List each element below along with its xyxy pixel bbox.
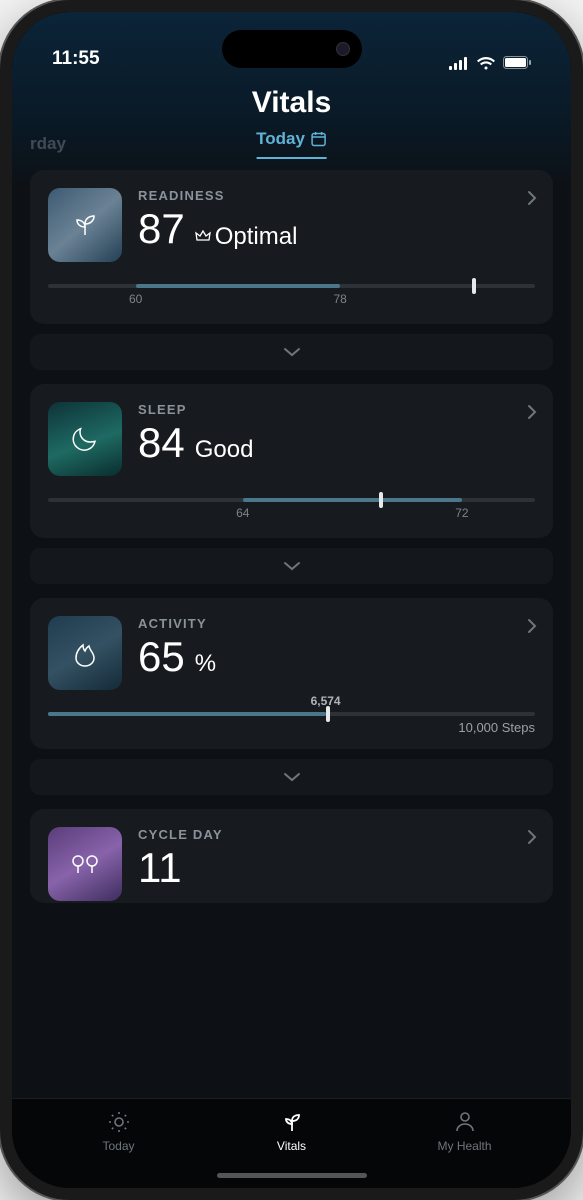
nav-today[interactable]: Today [32, 1109, 205, 1153]
sleep-arrow[interactable] [527, 404, 537, 420]
chevron-right-icon [527, 190, 537, 206]
cycle-card[interactable]: CYCLE DAY 11 [30, 809, 553, 903]
nav-vitals[interactable]: Vitals [205, 1109, 378, 1153]
sleep-range-labels: 64 72 [48, 506, 535, 524]
cellular-icon [449, 57, 469, 70]
sun-icon [106, 1109, 132, 1135]
sprout-icon [69, 209, 101, 241]
day-tab-previous[interactable]: rday [30, 134, 66, 154]
home-indicator[interactable] [217, 1173, 367, 1178]
sleep-score: 84 [138, 419, 185, 467]
activity-progress: 6,574 [48, 712, 535, 716]
page-title: Vitals [12, 74, 571, 134]
status-indicators [449, 56, 531, 70]
sleep-expand[interactable] [30, 548, 553, 584]
sleep-thumb [48, 402, 122, 476]
cycle-arrow[interactable] [527, 829, 537, 845]
wifi-icon [476, 56, 496, 70]
cycle-score: 11 [138, 844, 182, 892]
readiness-card[interactable]: READINESS 87 Optimal [30, 170, 553, 324]
nav-myhealth-label: My Health [437, 1139, 491, 1153]
battery-icon [503, 56, 531, 70]
readiness-range [48, 284, 535, 288]
chevron-down-icon [283, 561, 301, 571]
day-tab-today-label: Today [256, 129, 305, 149]
readiness-thumb [48, 188, 122, 262]
readiness-score: 87 [138, 205, 185, 253]
readiness-range-labels: 60 78 [48, 292, 535, 310]
readiness-status: Optimal [195, 223, 298, 251]
content-scroll[interactable]: READINESS 87 Optimal [12, 164, 571, 1098]
sleep-label: SLEEP [138, 402, 535, 417]
sleep-card[interactable]: SLEEP 84 Good 64 72 [30, 384, 553, 538]
nav-today-label: Today [102, 1139, 134, 1153]
chevron-right-icon [527, 404, 537, 420]
day-tabs: rday Today [12, 134, 571, 164]
chevron-down-icon [283, 347, 301, 357]
readiness-arrow[interactable] [527, 190, 537, 206]
readiness-label: READINESS [138, 188, 535, 203]
activity-unit: % [195, 650, 216, 678]
activity-arrow[interactable] [527, 618, 537, 634]
person-icon [452, 1109, 478, 1135]
activity-expand[interactable] [30, 759, 553, 795]
nav-myhealth[interactable]: My Health [378, 1109, 551, 1153]
sleep-range [48, 498, 535, 502]
calendar-icon [311, 131, 327, 147]
crown-icon [195, 229, 211, 243]
cycle-icon [70, 851, 100, 877]
device-notch [222, 30, 362, 68]
chevron-right-icon [527, 829, 537, 845]
chevron-down-icon [283, 772, 301, 782]
chevron-right-icon [527, 618, 537, 634]
cycle-label: CYCLE DAY [138, 827, 535, 842]
activity-goal: 10,000 Steps [48, 720, 535, 735]
readiness-expand[interactable] [30, 334, 553, 370]
sleep-status: Good [195, 436, 254, 464]
activity-score: 65 [138, 633, 185, 681]
flame-icon [71, 638, 99, 668]
day-tab-today[interactable]: Today [256, 129, 327, 159]
activity-card[interactable]: ACTIVITY 65 % 6,574 10,000 Steps [30, 598, 553, 749]
activity-thumb [48, 616, 122, 690]
sprout-icon [279, 1109, 305, 1135]
cycle-thumb [48, 827, 122, 901]
status-time: 11:55 [52, 48, 100, 70]
moon-icon [70, 424, 100, 454]
activity-label: ACTIVITY [138, 616, 535, 631]
nav-vitals-label: Vitals [277, 1139, 306, 1153]
